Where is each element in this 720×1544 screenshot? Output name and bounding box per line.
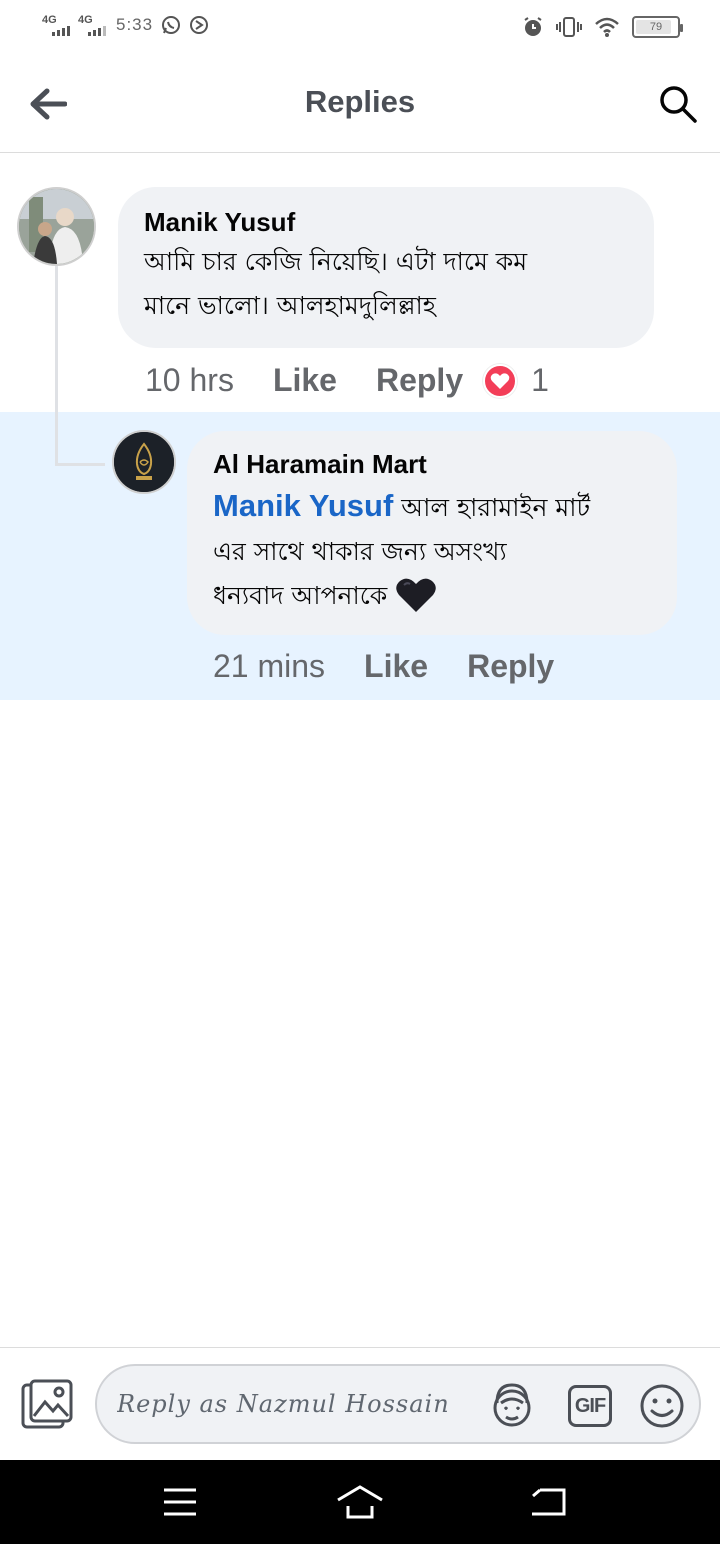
reply-text-line: ধন্যবাদ আপনাকে [213, 574, 651, 628]
reply-input[interactable] [117, 1380, 467, 1428]
thread-connector-branch [55, 463, 105, 466]
search-icon [660, 86, 697, 123]
signal-icon-1: 4G [42, 14, 70, 36]
gif-button[interactable]: GIF [565, 1381, 615, 1431]
reply-button[interactable]: Reply [467, 648, 554, 685]
header: Replies [0, 56, 720, 153]
gif-icon: GIF [568, 1385, 612, 1427]
like-button[interactable]: Like [364, 648, 428, 685]
page-title: Replies [304, 84, 416, 119]
black-heart-emoji [395, 576, 437, 628]
comment-text-line: মানে ভালো। আলহামদুলিল্লাহ [144, 291, 436, 320]
avatar[interactable] [17, 187, 96, 266]
status-right: 79 [522, 16, 683, 38]
status-left: 4G 4G 5:33 [42, 14, 209, 36]
comment-text-line: আমি চার কেজি নিয়েছি। এটা দামে কম [144, 247, 528, 276]
reply-meta: 21 mins Like Reply [213, 648, 554, 685]
messenger-icon [190, 16, 209, 34]
emoji-button[interactable] [637, 1381, 687, 1431]
reply-text-line: Manik Yusuf আল হারামাইন মার্ট [213, 484, 651, 530]
comment-text: আমি চার কেজি নিয়েছি। এটা দামে কম মানে ভ… [144, 240, 628, 328]
clock: 5:33 [116, 15, 154, 34]
status-bar: 4G 4G 5:33 79 [0, 0, 720, 56]
whatsapp-icon [162, 16, 181, 34]
reply-text-segment: ধন্যবাদ আপনাকে [213, 581, 388, 610]
reply-author[interactable]: Al Haramain Mart [213, 449, 651, 480]
reply-time: 21 mins [213, 648, 326, 684]
vibrate-icon [556, 17, 582, 37]
battery-icon: 79 [632, 16, 683, 38]
battery-percent: 79 [649, 21, 663, 33]
love-reaction-icon[interactable] [483, 363, 518, 398]
reply-text-line: এর সাথে থাকার জন্য অসংখ্য [213, 537, 507, 566]
page-logo [114, 432, 174, 492]
home-button[interactable] [330, 1482, 390, 1522]
system-back-button[interactable] [518, 1482, 578, 1522]
photo-icon [21, 1379, 73, 1429]
comment-bubble[interactable]: Manik Yusuf আমি চার কেজি নিয়েছি। এটা দা… [118, 187, 654, 348]
home-icon [337, 1485, 383, 1519]
signal-icon-2: 4G [78, 14, 106, 36]
reply-text-segment: আল হারামাইন মার্ট [401, 493, 591, 522]
thread-connector-line [55, 266, 58, 466]
search-button[interactable] [656, 82, 700, 126]
profile-photo [19, 189, 94, 264]
reply-text: Manik Yusuf আল হারামাইন মার্ট এর সাথে থা… [213, 484, 651, 628]
comment-author[interactable]: Manik Yusuf [144, 207, 628, 238]
reaction-count[interactable]: 1 [531, 362, 549, 399]
avatar-sticker-icon [493, 1383, 531, 1427]
menu-icon [164, 1488, 196, 1516]
system-nav-bar [0, 1460, 720, 1544]
network-type-2: 4G [78, 14, 93, 26]
menu-button[interactable] [150, 1482, 210, 1522]
comment-meta: 10 hrs Like Reply 1 [145, 362, 549, 399]
network-type-1: 4G [42, 14, 57, 26]
avatar-sticker-button[interactable] [487, 1381, 537, 1431]
reply-input-container[interactable]: GIF [95, 1364, 701, 1444]
wifi-icon [595, 17, 619, 37]
comment-time: 10 hrs [145, 362, 234, 398]
reply-composer: GIF [0, 1347, 720, 1460]
back-icon [532, 1488, 566, 1516]
mention-link[interactable]: Manik Yusuf [213, 488, 393, 523]
like-button[interactable]: Like [273, 362, 337, 399]
reply-bubble[interactable]: Al Haramain Mart Manik Yusuf আল হারামাইন… [187, 431, 677, 635]
reply-button[interactable]: Reply [376, 362, 463, 399]
alarm-icon [524, 17, 542, 36]
smiley-icon [640, 1384, 684, 1428]
photo-button[interactable] [20, 1378, 74, 1432]
avatar[interactable] [112, 430, 176, 494]
